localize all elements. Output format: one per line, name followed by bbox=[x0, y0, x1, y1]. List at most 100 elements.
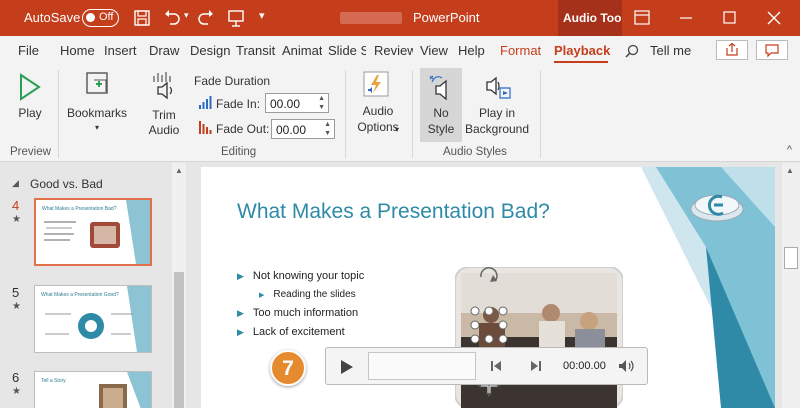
tab-insert[interactable]: Insert bbox=[104, 43, 142, 58]
thumbnail-graphic bbox=[45, 286, 151, 352]
audio-options-dropdown-icon[interactable]: ▾ bbox=[395, 122, 399, 137]
trim-audio-icon[interactable] bbox=[151, 70, 179, 100]
bullet-item[interactable]: ▶ Reading the slides bbox=[259, 289, 356, 300]
skip-back-icon[interactable] bbox=[490, 360, 502, 372]
bookmarks-dropdown-icon[interactable]: ▾ bbox=[90, 120, 104, 135]
bullet-text: Not knowing your topic bbox=[252, 270, 365, 282]
tab-view[interactable]: View bbox=[420, 43, 450, 58]
fade-in-icon bbox=[199, 96, 212, 109]
tab-draw[interactable]: Draw bbox=[149, 43, 183, 58]
tab-file[interactable]: File bbox=[18, 43, 40, 58]
group-divider bbox=[345, 70, 346, 158]
comments-icon[interactable] bbox=[756, 40, 788, 60]
play-background-line1[interactable]: Play in bbox=[466, 106, 528, 121]
active-tab-indicator bbox=[554, 61, 608, 63]
step-callout-badge: 7 bbox=[270, 350, 306, 386]
tab-review[interactable]: Review bbox=[374, 43, 413, 58]
audio-options-line1[interactable]: Audio bbox=[352, 104, 404, 119]
undo-icon[interactable] bbox=[162, 8, 182, 28]
bullet-marker: ▶ bbox=[259, 292, 265, 299]
group-divider bbox=[412, 70, 413, 158]
scroll-up-icon[interactable]: ▲ bbox=[786, 166, 794, 175]
present-from-start-icon[interactable] bbox=[226, 8, 246, 28]
fade-duration-label: Fade Duration bbox=[194, 74, 271, 88]
slide-thumbnail-4[interactable]: What Makes a Presentation Bad? bbox=[34, 198, 152, 266]
slide-scrollbar[interactable] bbox=[782, 163, 800, 408]
tab-design[interactable]: Design bbox=[190, 43, 230, 58]
ribbon-display-icon[interactable] bbox=[620, 0, 664, 36]
section-title[interactable]: Good vs. Bad bbox=[30, 177, 103, 191]
play-background-line2[interactable]: Background bbox=[462, 122, 532, 137]
collapse-ribbon-icon[interactable]: ^ bbox=[787, 144, 792, 156]
play-in-background-icon[interactable] bbox=[484, 72, 514, 102]
scrollbar-thumb[interactable] bbox=[784, 247, 798, 269]
bookmark-icon[interactable] bbox=[84, 70, 112, 98]
audio-tools-tab: Audio Tools bbox=[558, 0, 622, 36]
slide-number: 5 bbox=[12, 285, 20, 300]
audio-options-icon[interactable] bbox=[362, 70, 390, 100]
no-style-line2[interactable]: Style bbox=[420, 122, 462, 137]
undo-dropdown-icon[interactable]: ▾ bbox=[184, 10, 189, 21]
save-icon[interactable] bbox=[132, 8, 152, 28]
bullet-item[interactable]: ▶ Too much information bbox=[237, 307, 358, 319]
tab-slide-show[interactable]: Slide Show bbox=[328, 43, 366, 58]
spin-up-icon[interactable]: ▲ bbox=[324, 121, 331, 129]
group-editing: Editing bbox=[221, 146, 257, 158]
slide-thumbnail-5[interactable]: What Makes a Presentation Good? bbox=[34, 285, 152, 353]
fade-out-value: 00.00 bbox=[276, 123, 307, 137]
scrollbar-thumb[interactable] bbox=[174, 272, 184, 408]
slide-title[interactable]: What Makes a Presentation Bad? bbox=[237, 200, 550, 224]
ribbon: Play Preview Bookmarks ▾ Trim Audio Fade… bbox=[0, 64, 800, 162]
animation-star-icon: ★ bbox=[12, 386, 21, 397]
audio-player-bar: 00:00.00 bbox=[325, 347, 648, 385]
slide-number: 4 bbox=[12, 198, 20, 213]
tab-transitions[interactable]: Transitions bbox=[236, 43, 276, 58]
selection-handles[interactable] bbox=[467, 267, 511, 408]
tab-help[interactable]: Help bbox=[458, 43, 490, 58]
slide-thumbnail-6[interactable]: Tell a Story bbox=[34, 371, 152, 408]
customize-toolbar-icon[interactable]: ▾ bbox=[259, 9, 265, 22]
fade-out-spinner[interactable]: 00.00 ▲ ▼ bbox=[271, 119, 335, 139]
bullet-marker: ▶ bbox=[237, 308, 244, 318]
skip-forward-icon[interactable] bbox=[530, 360, 542, 372]
tab-playback[interactable]: Playback bbox=[554, 43, 610, 58]
play-icon[interactable] bbox=[17, 72, 43, 102]
no-style-icon[interactable] bbox=[426, 72, 456, 102]
bullet-marker: ▶ bbox=[237, 327, 244, 337]
spin-up-icon[interactable]: ▲ bbox=[318, 95, 325, 103]
animation-star-icon: ★ bbox=[12, 301, 21, 312]
audio-progress-track[interactable] bbox=[368, 352, 476, 380]
title-bar: AutoSave Off ▾ ▾ PowerPoint Audio Tools bbox=[0, 0, 800, 36]
trim-audio-line1[interactable]: Trim bbox=[142, 108, 186, 123]
scroll-up-icon[interactable]: ▲ bbox=[175, 166, 183, 175]
tab-home[interactable]: Home bbox=[60, 43, 98, 58]
tab-format[interactable]: Format bbox=[500, 43, 545, 58]
search-icon[interactable] bbox=[625, 44, 639, 58]
fade-in-spinner[interactable]: 00.00 ▲ ▼ bbox=[265, 93, 329, 113]
spin-down-icon[interactable]: ▼ bbox=[318, 104, 325, 112]
bookmarks-button[interactable]: Bookmarks bbox=[62, 106, 132, 121]
logo-icon bbox=[690, 194, 744, 222]
play-button-label[interactable]: Play bbox=[10, 106, 50, 121]
fade-out-label: Fade Out: bbox=[216, 122, 270, 136]
tell-me-input[interactable]: Tell me bbox=[650, 43, 691, 58]
bullet-item[interactable]: ▶ Lack of excitement bbox=[237, 326, 345, 338]
no-style-line1[interactable]: No bbox=[420, 106, 462, 121]
tab-animations[interactable]: Animations bbox=[282, 43, 322, 58]
spin-down-icon[interactable]: ▼ bbox=[324, 130, 331, 138]
bullet-item[interactable]: ▶ Not knowing your topic bbox=[237, 270, 364, 282]
autosave-toggle[interactable]: Off bbox=[82, 9, 119, 27]
group-audio-styles: Audio Styles bbox=[443, 146, 507, 158]
volume-icon[interactable] bbox=[618, 359, 636, 373]
toggle-knob bbox=[86, 13, 95, 22]
maximize-icon[interactable] bbox=[708, 0, 752, 36]
section-collapse-icon[interactable]: ◢ bbox=[12, 178, 19, 189]
minimize-icon[interactable] bbox=[664, 0, 708, 36]
trim-audio-line2[interactable]: Audio bbox=[142, 123, 186, 138]
play-pause-icon[interactable] bbox=[340, 359, 354, 375]
share-icon[interactable] bbox=[716, 40, 748, 60]
thumbnail-graphic bbox=[44, 200, 150, 264]
redo-icon[interactable] bbox=[196, 8, 216, 28]
autosave-label: AutoSave bbox=[24, 10, 81, 25]
close-icon[interactable] bbox=[752, 0, 796, 36]
